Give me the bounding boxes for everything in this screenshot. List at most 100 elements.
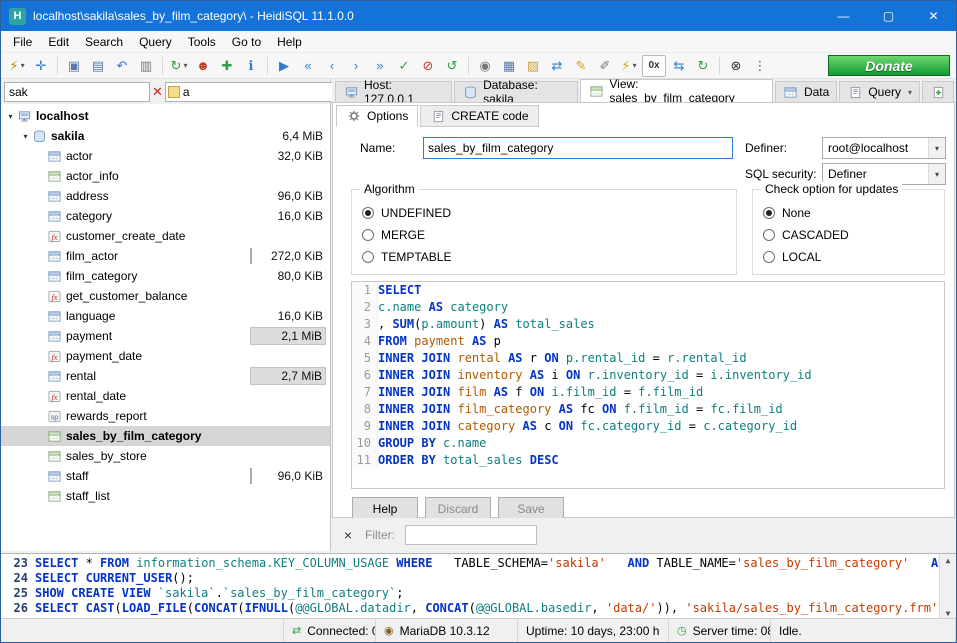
tree-item-language[interactable]: language16,0 KiB xyxy=(1,306,330,326)
menu-go-to[interactable]: Go to xyxy=(224,32,269,52)
subtab-create-code[interactable]: CREATE code xyxy=(420,105,538,127)
save-button[interactable]: Save xyxy=(498,497,564,520)
filter-input[interactable] xyxy=(405,525,537,545)
overflow-icon[interactable]: ⋮ xyxy=(749,55,771,77)
tree-item-rental_date[interactable]: fxrental_date xyxy=(1,386,330,406)
help-button[interactable]: Help xyxy=(352,497,418,520)
expand-caret-icon[interactable]: ▾ xyxy=(20,132,31,141)
nav-next-icon[interactable]: › xyxy=(345,55,367,77)
radio-check-option-local[interactable]: LOCAL xyxy=(763,246,934,268)
nav-last-icon[interactable]: » xyxy=(369,55,391,77)
definer-combo[interactable]: root@localhost ▾ xyxy=(822,137,946,159)
dropdown-caret-icon[interactable]: ▾ xyxy=(21,61,25,70)
find-icon[interactable]: ◉ xyxy=(474,55,496,77)
nav-prev-icon[interactable]: ‹ xyxy=(321,55,343,77)
tab-new-query[interactable] xyxy=(922,81,954,102)
highlight-icon[interactable]: ✎ xyxy=(570,55,592,77)
tab-view-sales-by-film-category[interactable]: View: sales_by_film_category xyxy=(580,79,773,102)
sync-icon[interactable]: ↻ xyxy=(692,55,714,77)
tree-item-get_customer_balance[interactable]: fxget_customer_balance xyxy=(1,286,330,306)
save-icon[interactable]: ▦ xyxy=(498,55,520,77)
table-filter-input[interactable] xyxy=(4,82,150,102)
bolt-icon[interactable]: ⚡▾ xyxy=(618,55,640,77)
tab-query[interactable]: Query▾ xyxy=(839,81,920,102)
tree-item-staff_list[interactable]: staff_list xyxy=(1,486,330,506)
hex-view-icon[interactable]: 0x xyxy=(642,55,666,77)
refresh-icon[interactable]: ↻▾ xyxy=(168,55,190,77)
menu-file[interactable]: File xyxy=(5,32,40,52)
create-database-icon[interactable]: ✚ xyxy=(216,55,238,77)
server-info-icon[interactable]: ℹ xyxy=(240,55,262,77)
radio-label: TEMPTABLE xyxy=(381,250,451,264)
discard-button[interactable]: Discard xyxy=(425,497,491,520)
session-manager-icon[interactable]: ⚡▾ xyxy=(6,55,28,77)
scroll-up-icon[interactable]: ▲ xyxy=(946,556,951,565)
undo-icon[interactable]: ↶ xyxy=(111,55,133,77)
reload-icon[interactable]: ↺ xyxy=(441,55,463,77)
export-icon[interactable]: ⇄ xyxy=(546,55,568,77)
tree-item-rental[interactable]: rental2,7 MiB xyxy=(1,366,330,386)
tab-data[interactable]: Data xyxy=(775,81,837,102)
menu-search[interactable]: Search xyxy=(77,32,131,52)
tab-label: View: sales_by_film_category xyxy=(609,77,765,105)
view-body-sql-editor[interactable]: 1SELECT2c.name AS category3, SUM(p.amoun… xyxy=(351,281,945,489)
nav-first-icon[interactable]: « xyxy=(297,55,319,77)
edit-icon[interactable]: ✐ xyxy=(594,55,616,77)
data-filter-input[interactable] xyxy=(183,84,338,100)
chevron-down-icon[interactable]: ▾ xyxy=(928,138,945,158)
paste-icon[interactable]: ▤ xyxy=(87,55,109,77)
tree-item-localhost[interactable]: ▾localhost xyxy=(1,106,330,126)
connect-icon[interactable]: ✛ xyxy=(30,55,52,77)
sql-log-panel[interactable]: ▲ ▼ 23SELECT * FROM information_schema.K… xyxy=(1,553,956,620)
donate-button[interactable]: Donate xyxy=(828,55,950,76)
dropdown-caret-icon[interactable]: ▾ xyxy=(633,61,637,70)
maximize-button[interactable]: ▢ xyxy=(866,1,911,31)
apply-icon[interactable]: ✓ xyxy=(393,55,415,77)
radio-algorithm-merge[interactable]: MERGE xyxy=(362,224,726,246)
tree-item-film_actor[interactable]: film_actor272,0 KiB xyxy=(1,246,330,266)
tree-item-category[interactable]: category16,0 KiB xyxy=(1,206,330,226)
tree-item-rewards_report[interactable]: sprewards_report xyxy=(1,406,330,426)
subtab-options[interactable]: Options xyxy=(336,105,418,127)
close-filter-icon[interactable]: × xyxy=(341,527,355,543)
tab-database-sakila[interactable]: Database: sakila xyxy=(454,81,578,102)
tree-item-sales_by_film_category[interactable]: sales_by_film_category xyxy=(1,426,330,446)
tree-item-payment_date[interactable]: fxpayment_date xyxy=(1,346,330,366)
radio-check-option-cascaded[interactable]: CASCADED xyxy=(763,224,934,246)
tree-item-customer_create_date[interactable]: fxcustomer_create_date xyxy=(1,226,330,246)
menu-edit[interactable]: Edit xyxy=(40,32,77,52)
tab-host-127-0-0-1[interactable]: Host: 127.0.0.1 xyxy=(335,81,452,102)
menu-tools[interactable]: Tools xyxy=(180,32,224,52)
close-button[interactable]: ✕ xyxy=(911,1,956,31)
user-manager-icon[interactable]: ☻ xyxy=(192,55,214,77)
swap-icon[interactable]: ⇆ xyxy=(668,55,690,77)
dropdown-caret-icon[interactable]: ▾ xyxy=(183,61,187,70)
chevron-down-icon[interactable]: ▾ xyxy=(928,164,945,184)
cancel-operation-icon[interactable]: ⊗ xyxy=(725,55,747,77)
radio-check-option-none[interactable]: None xyxy=(763,202,934,224)
print-icon[interactable]: ▥ xyxy=(135,55,157,77)
tree-item-sakila[interactable]: ▾sakila6,4 MiB xyxy=(1,126,330,146)
tab-dropdown-icon[interactable]: ▾ xyxy=(908,88,912,97)
tree-item-actor[interactable]: actor32,0 KiB xyxy=(1,146,330,166)
tree-item-sales_by_store[interactable]: sales_by_store xyxy=(1,446,330,466)
open-icon[interactable]: ▨ xyxy=(522,55,544,77)
tree-item-payment[interactable]: payment2,1 MiB xyxy=(1,326,330,346)
tree-item-film_category[interactable]: film_category80,0 KiB xyxy=(1,266,330,286)
execute-icon[interactable]: ▶ xyxy=(273,55,295,77)
radio-algorithm-undefined[interactable]: UNDEFINED xyxy=(362,202,726,224)
minimize-button[interactable]: — xyxy=(821,1,866,31)
deny-icon[interactable]: ⊘ xyxy=(417,55,439,77)
expand-caret-icon[interactable]: ▾ xyxy=(5,112,16,121)
tree-item-address[interactable]: address96,0 KiB xyxy=(1,186,330,206)
view-name-input[interactable] xyxy=(423,137,733,159)
copy-icon[interactable]: ▣ xyxy=(63,55,85,77)
log-scrollbar[interactable]: ▲ ▼ xyxy=(939,554,956,620)
clear-table-filter-icon[interactable]: ✕ xyxy=(152,84,163,100)
scroll-down-icon[interactable]: ▼ xyxy=(946,609,951,618)
menu-query[interactable]: Query xyxy=(131,32,180,52)
tree-item-actor_info[interactable]: actor_info xyxy=(1,166,330,186)
radio-algorithm-temptable[interactable]: TEMPTABLE xyxy=(362,246,726,268)
menu-help[interactable]: Help xyxy=(269,32,310,52)
tree-item-staff[interactable]: staff96,0 KiB xyxy=(1,466,330,486)
